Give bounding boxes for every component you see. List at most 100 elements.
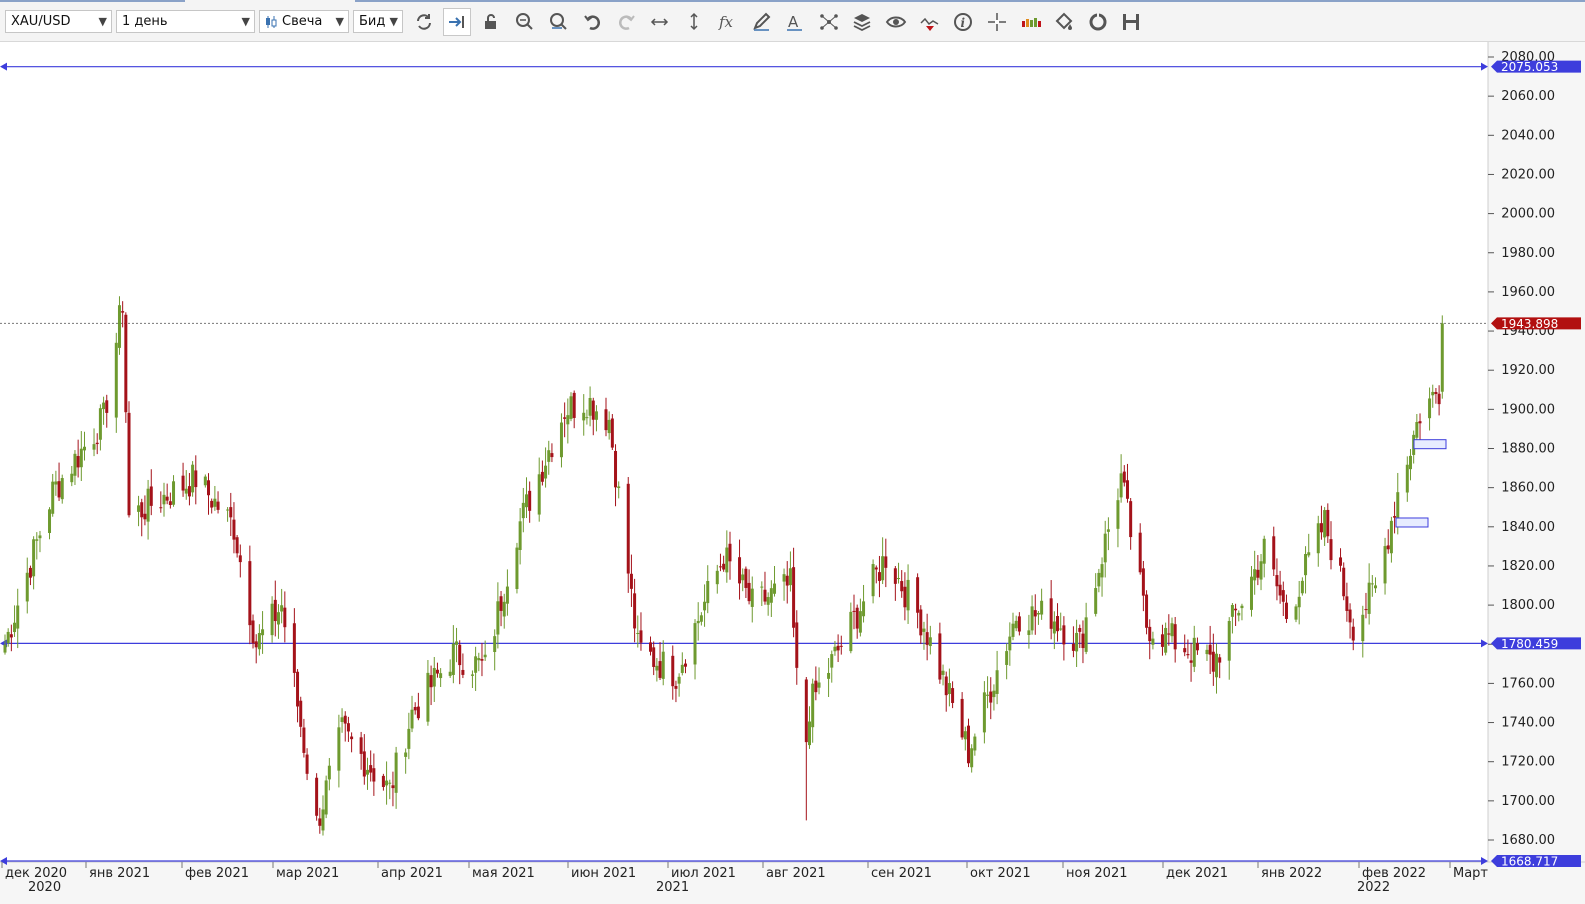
candle-body [458,644,462,666]
redo-icon [619,15,635,30]
candle-body [1440,323,1444,392]
undo-button[interactable] [579,8,607,36]
candle-body [1370,583,1374,585]
candle-body [610,418,614,448]
candle-body [480,659,484,661]
marker-box[interactable] [1395,517,1429,528]
candle-body [738,557,742,584]
candle-body [916,577,920,613]
candle-body [162,494,166,505]
pencil-button[interactable] [748,8,776,36]
candle-body [1106,529,1110,532]
redo-button[interactable] [613,8,641,36]
signal-button[interactable] [916,8,944,36]
candle [1294,604,1298,623]
candle-body [785,575,789,586]
price-type-select[interactable]: Бид ▼ [353,10,403,33]
candle-body [1183,648,1187,653]
candle-body [172,481,176,505]
price-chart[interactable]: 2080.002060.002040.002020.002000.001980.… [0,42,1585,904]
candle-body [143,513,147,520]
candle-body [1434,391,1438,394]
candle-body [960,698,964,738]
symbol-select[interactable]: XAU/USD ▼ [5,10,112,33]
candle-icon [266,16,277,28]
crosshair-button[interactable] [983,8,1011,36]
candle-body [366,769,369,775]
vertical-scale-button[interactable] [680,8,708,36]
price-type-label: Бид [359,14,386,29]
candle-body [1151,638,1155,645]
text-tool-button[interactable]: A [781,8,809,36]
candle-body [343,715,347,724]
candle-body [95,442,99,445]
y-tick-label: 1840.00 [1501,520,1555,535]
toolbar: XAU/USD ▼ 1 день ▼ Свеча ▼ Бид ▼ fx Ai [0,0,1585,42]
cycle-button[interactable] [1084,8,1112,36]
candle-body [1071,643,1075,651]
zoom-in-button[interactable] [511,8,539,36]
y-tick-label: 1880.00 [1501,442,1555,457]
candle-body [877,572,881,581]
candle-body [1195,643,1199,651]
candle-body [1418,421,1422,424]
candle-body [1173,624,1177,650]
formula-button[interactable]: fx [714,8,742,36]
auto-scroll-button[interactable] [443,8,471,36]
candle-body [1205,649,1209,655]
candle-body [1278,584,1282,596]
candle-body [1386,545,1390,550]
candle-body [661,651,665,679]
candle-body [1138,532,1142,573]
candle-body [1396,492,1400,522]
candle-body [124,314,128,413]
tab-indicator [355,0,1585,2]
candle [315,773,319,821]
zoom-out-button[interactable] [545,8,573,36]
candle-body [655,665,659,671]
candle-body [1160,634,1164,647]
y-tick-label: 1960.00 [1501,285,1555,300]
candle-body [321,809,325,831]
network-button[interactable] [815,8,843,36]
info-button[interactable]: i [949,8,977,36]
zoom-out-icon [550,13,567,30]
candle-body [900,581,904,592]
volume-button[interactable] [1017,8,1045,36]
candle-body [38,535,42,539]
horizontal-scale-button[interactable] [646,8,674,36]
candle-body [1005,651,1009,665]
candle-body [416,706,420,719]
layers-button[interactable] [848,8,876,36]
save-button[interactable] [1117,8,1145,36]
candle-body [117,305,121,348]
candle-body [299,700,303,727]
candle-body [725,547,729,573]
candle-body [1428,398,1432,419]
timeframe-select[interactable]: 1 день ▼ [116,10,255,33]
candle-body [1297,596,1301,608]
timeframe-select-label: 1 день [122,14,168,29]
chart-type-select[interactable]: Свеча ▼ [259,10,349,33]
candle-body [1393,516,1397,518]
lock-button[interactable] [477,8,505,36]
candle-body [677,676,681,684]
candle-body [493,636,497,652]
candle-body [836,645,840,651]
candle-body [57,481,61,498]
candle [1342,562,1346,601]
candle-body [232,519,236,540]
refresh-button[interactable] [410,8,438,36]
eye-button[interactable] [882,8,910,36]
candle-body [283,607,287,628]
candle-body [1281,590,1285,602]
paint-bucket-button[interactable] [1050,8,1078,36]
candle-body [1049,598,1053,629]
candle-body [524,494,528,508]
marker-box[interactable] [1413,439,1447,450]
candle-body [1164,627,1168,653]
candle-body [1234,608,1238,611]
x-month-label: окт 2021 [970,866,1031,881]
candle-body [413,707,417,711]
candle-body [455,641,459,645]
